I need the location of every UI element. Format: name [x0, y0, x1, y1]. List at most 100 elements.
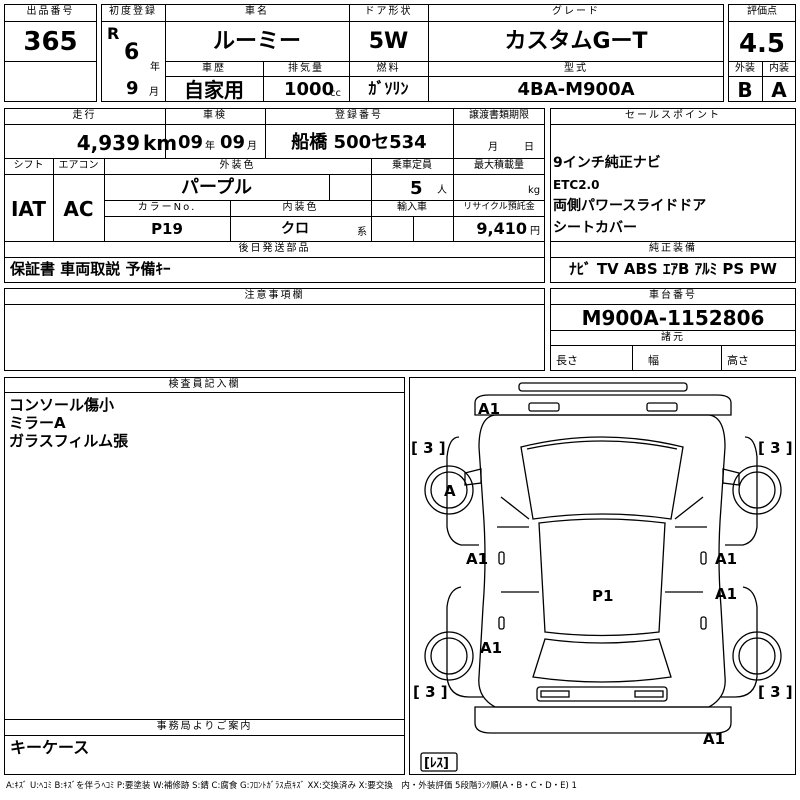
- km-unit: km: [143, 131, 178, 155]
- capacity-header: 乗車定員: [392, 160, 432, 171]
- mileage-header: 走行: [72, 110, 97, 121]
- ext-color-header: 外装色: [219, 160, 256, 171]
- aircon-header: エアコン: [58, 160, 99, 171]
- length-label: 長さ: [556, 354, 578, 367]
- grade: カスタムGーT: [504, 29, 648, 54]
- genuine-equipment: ﾅﾋﾞ TV ABS ｴｱB ｱﾙﾐ PS PW: [569, 260, 777, 278]
- sales-point: 両側パワースライドドア: [553, 198, 707, 214]
- first-reg-header: 初度登録: [109, 6, 157, 17]
- fuel: ｶﾞｿﾘﾝ: [368, 79, 409, 98]
- kg-unit: kg: [528, 185, 541, 196]
- rear-bumper-mark: A1: [703, 730, 726, 748]
- max-load-header: 最大積載量: [474, 160, 524, 171]
- inspection-month-unit: 月: [247, 141, 257, 152]
- reg-month: 9: [126, 78, 139, 99]
- color-no: P19: [151, 220, 183, 238]
- displacement: 1000: [284, 79, 335, 100]
- exterior-header: 外装: [735, 63, 755, 74]
- spare-tire-mark: [ﾚｽ]: [424, 756, 449, 771]
- int-color-header: 内装色: [282, 202, 319, 213]
- int-color: クロ: [281, 221, 309, 237]
- tire-fr-mark: [ 3 ]: [758, 439, 793, 457]
- plate-header: 登録番号: [335, 110, 383, 121]
- inspector-header: 検査員記入欄: [168, 379, 241, 390]
- fuel-header: 燃料: [376, 63, 401, 74]
- hood-mark: A1: [478, 400, 501, 418]
- year-unit: 年: [150, 62, 160, 73]
- right-rear-door-mark: A1: [715, 585, 738, 603]
- notes-header: 注意事項欄: [244, 290, 305, 301]
- recycle-header: リサイクル預託金: [463, 202, 535, 212]
- inspection-month: 09: [220, 132, 246, 153]
- ext-color: パープル: [181, 177, 252, 198]
- aircon: AC: [63, 197, 94, 221]
- front-left-tire-mark: A: [444, 482, 456, 500]
- tire-fl-mark: [ 3 ]: [411, 439, 446, 457]
- model-code: 4BA-M900A: [517, 79, 635, 100]
- width-label: 幅: [648, 354, 659, 367]
- import-header: 輸入車: [397, 202, 427, 213]
- history: 自家用: [184, 78, 244, 102]
- score: 4.5: [738, 29, 786, 59]
- color-no-header: カラーNo.: [137, 202, 197, 213]
- inspector-note: ガラスフィルム張: [9, 432, 129, 450]
- inspection-year-unit: 年: [205, 141, 215, 152]
- shift-header: シフト: [13, 160, 44, 171]
- score-header: 評価点: [747, 6, 777, 17]
- roof-mark: P1: [592, 587, 614, 605]
- sales-points-header: セールスポイント: [625, 110, 721, 121]
- yen-unit: 円: [530, 226, 540, 237]
- history-header: 車歴: [202, 63, 226, 74]
- transfer-day-unit: 日: [524, 142, 534, 153]
- height-label: 高さ: [727, 354, 749, 367]
- recycle-fee: 9,410: [476, 219, 527, 238]
- door-type: 5W: [368, 29, 409, 54]
- inspection-year: 09: [178, 132, 204, 153]
- interior-header: 内装: [769, 63, 789, 74]
- model-header: 型式: [564, 63, 588, 74]
- plate: 船橋 500セ534: [291, 132, 427, 153]
- sales-point: ETC2.0: [553, 177, 600, 192]
- door-header: ドア形状: [364, 6, 413, 17]
- inspector-note: コンソール傷小: [9, 396, 115, 414]
- legend: A:ｷｽﾞ U:ﾍｺﾐ B:ｷｽﾞを伴うﾍｺﾐ P:要塗装 W:補修跡 S:錆 …: [6, 781, 577, 791]
- kei-unit: 系: [357, 227, 367, 238]
- mileage: 4,939: [76, 131, 140, 155]
- inspector-note: ミラーA: [9, 414, 66, 432]
- era: R: [107, 24, 120, 43]
- later-parts-header: 後日発送部品: [238, 243, 311, 254]
- left-front-door-mark: A1: [466, 550, 489, 568]
- inspection-header: 車検: [203, 110, 227, 121]
- interior-grade: A: [771, 78, 787, 102]
- persons-unit: 人: [437, 185, 447, 196]
- inspector-notes: コンソール傷小 ミラーA ガラスフィルム張: [9, 396, 128, 450]
- grade-header: グレード: [552, 6, 600, 17]
- shift: IAT: [10, 197, 46, 221]
- right-front-door-mark: A1: [715, 550, 738, 568]
- specs-header: 諸元: [661, 332, 685, 343]
- sales-point: シートカバー: [553, 219, 637, 236]
- car-name-header: 車名: [245, 6, 269, 17]
- left-rear-fender-mark: A1: [480, 639, 503, 657]
- office-note: キーケース: [10, 738, 90, 757]
- transfer-docs-header: 譲渡書類期限: [469, 110, 529, 121]
- tire-rl-mark: [ 3 ]: [413, 683, 448, 701]
- exterior-grade: B: [737, 78, 753, 102]
- later-parts: 保証書 車両取説 予備ｷｰ: [10, 260, 171, 278]
- displacement-header: 排気量: [288, 63, 324, 74]
- transfer-month-unit: 月: [488, 142, 498, 153]
- reg-year: 6: [124, 40, 140, 65]
- chassis-header: 車台番号: [649, 290, 697, 301]
- genuine-equipment-header: 純正装備: [649, 243, 697, 254]
- cc-unit: cc: [330, 88, 341, 99]
- sales-point: 9インチ純正ナビ: [553, 155, 661, 171]
- lot-header: 出品番号: [26, 6, 75, 17]
- month-unit: 月: [149, 87, 159, 98]
- office-header: 事務局よりご案内: [156, 721, 253, 732]
- car-diagram: [420, 382, 782, 772]
- lot-number: 365: [23, 27, 78, 57]
- car-name: ルーミー: [212, 29, 301, 54]
- tire-rr-mark: [ 3 ]: [758, 683, 793, 701]
- chassis-number: M900A-1152806: [581, 306, 765, 330]
- capacity: 5: [410, 178, 423, 199]
